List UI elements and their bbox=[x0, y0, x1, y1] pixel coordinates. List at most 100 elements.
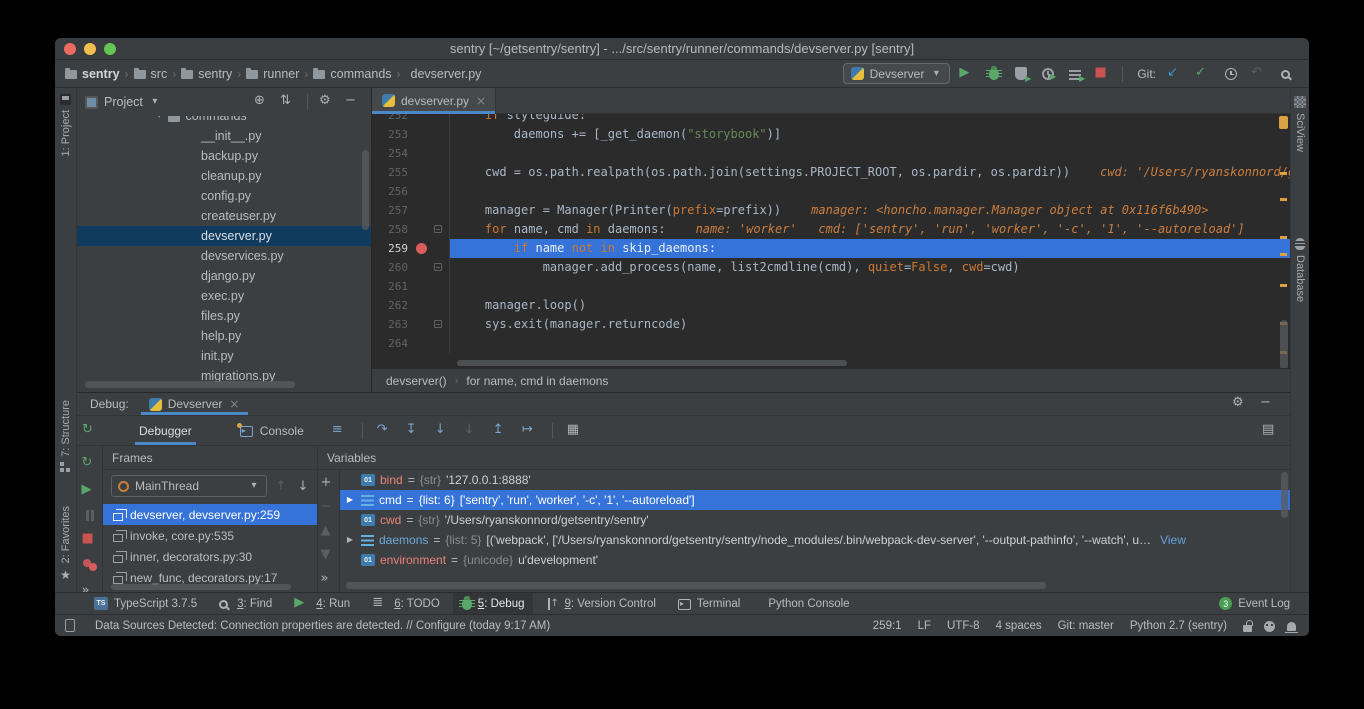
variables-horizontal-scrollbar[interactable] bbox=[346, 582, 1046, 589]
step-out-button[interactable]: ↥ bbox=[491, 421, 511, 441]
thread-select[interactable]: MainThread ▾ bbox=[111, 475, 267, 497]
more-button[interactable]: » bbox=[319, 572, 339, 588]
pause-button[interactable] bbox=[80, 510, 100, 521]
status-item[interactable]: 4 spaces bbox=[996, 620, 1042, 632]
locate-button[interactable]: ⊕ bbox=[252, 92, 272, 112]
remove-button[interactable]: − bbox=[319, 500, 339, 516]
force-step-into-button[interactable]: ↓ bbox=[462, 421, 482, 441]
tool-window-button-typescript-3-7-5[interactable]: TSTypeScript 3.7.5 bbox=[85, 593, 206, 614]
settings-button[interactable]: ⚙ bbox=[317, 92, 337, 112]
commit-button[interactable]: ✓ bbox=[1193, 64, 1213, 84]
update-button[interactable]: ↙ bbox=[1165, 64, 1185, 84]
variable-view-link[interactable]: View bbox=[1160, 533, 1186, 547]
tool-window-button-version-control[interactable]: 9: Version Control bbox=[537, 593, 664, 614]
editor-gutter[interactable]: 262 bbox=[372, 296, 450, 315]
code-area[interactable]: 252 if styleguide:253 daemons += [_get_d… bbox=[372, 114, 1290, 368]
event-log-button[interactable]: 3 Event Log bbox=[1210, 593, 1299, 614]
breadcrumb-item[interactable]: src bbox=[134, 67, 168, 81]
close-icon[interactable]: × bbox=[228, 396, 240, 412]
breadcrumb-item[interactable]: sentry bbox=[181, 67, 232, 81]
expand-icon[interactable]: ▶ bbox=[344, 532, 356, 548]
run-configuration-select[interactable]: Devserver ▾ bbox=[843, 63, 951, 84]
tree-item-file[interactable]: backup.py bbox=[77, 146, 371, 166]
breadcrumb-item[interactable]: runner bbox=[246, 67, 299, 81]
history-button[interactable] bbox=[1221, 64, 1241, 84]
profile-icon[interactable] bbox=[1264, 621, 1275, 632]
sidebar-item-project[interactable]: 1: Project bbox=[60, 110, 72, 156]
editor-breadcrumb-item[interactable]: for name, cmd in daemons bbox=[466, 374, 608, 388]
frame-row[interactable]: inner, decorators.py:30 bbox=[103, 546, 317, 567]
editor-breadcrumb-item[interactable]: devserver() bbox=[386, 374, 447, 388]
zoom-window-button[interactable] bbox=[104, 43, 116, 55]
editor-horizontal-scrollbar[interactable] bbox=[457, 360, 847, 366]
settings-button[interactable]: ⚙ bbox=[1230, 394, 1250, 414]
breadcrumb-item[interactable]: sentry bbox=[65, 67, 120, 81]
status-item[interactable]: Python 2.7 (sentry) bbox=[1130, 620, 1227, 632]
run-to-cursor-button[interactable]: ↦ bbox=[520, 421, 540, 441]
status-item[interactable]: Git: master bbox=[1058, 620, 1114, 632]
tool-window-button-terminal[interactable]: Terminal bbox=[669, 593, 749, 614]
tree-item-file[interactable]: django.py bbox=[77, 266, 371, 286]
stop-button[interactable]: ■ bbox=[1092, 64, 1112, 84]
menu-button[interactable]: ≡ bbox=[330, 421, 350, 441]
editor-gutter[interactable]: 256 bbox=[372, 182, 450, 201]
resume-button[interactable]: ▶ bbox=[80, 483, 100, 499]
status-item[interactable]: 259:1 bbox=[873, 620, 902, 632]
tool-window-button-debug[interactable]: 5: Debug bbox=[453, 593, 534, 614]
tree-item-file[interactable]: createuser.py bbox=[77, 206, 371, 226]
project-vertical-scrollbar[interactable] bbox=[362, 150, 369, 230]
step-over-button[interactable]: ↷ bbox=[375, 421, 395, 441]
tab-console[interactable]: Console bbox=[228, 416, 316, 445]
tree-item-file[interactable]: devserver.py bbox=[77, 226, 371, 246]
sidebar-item-structure[interactable]: 7: Structure bbox=[60, 400, 72, 457]
chevron-down-icon[interactable]: ▾ bbox=[149, 94, 161, 110]
editor-gutter[interactable]: 260 bbox=[372, 258, 450, 277]
editor-gutter[interactable]: 259 bbox=[372, 239, 450, 258]
evaluate-expression-button[interactable]: ▦ bbox=[565, 421, 585, 441]
tree-item-file[interactable]: init.py bbox=[77, 346, 371, 366]
coverage-button[interactable] bbox=[1011, 64, 1031, 84]
editor-gutter[interactable]: 253 bbox=[372, 125, 450, 144]
sidebar-item-sciview[interactable]: SciView bbox=[1294, 113, 1306, 152]
frames-horizontal-scrollbar[interactable] bbox=[111, 584, 291, 590]
variable-row[interactable]: ▶cmd={list: 6}['sentry', 'run', 'worker'… bbox=[340, 490, 1290, 510]
tree-item-file[interactable]: files.py bbox=[77, 306, 371, 326]
minimize-window-button[interactable] bbox=[84, 43, 96, 55]
tool-window-button-python-console[interactable]: Python Console bbox=[753, 593, 858, 614]
breakpoint-icon[interactable] bbox=[416, 243, 427, 254]
close-window-button[interactable] bbox=[64, 43, 76, 55]
editor-vertical-scrollbar[interactable] bbox=[1280, 320, 1288, 370]
rerun-button[interactable]: ↻ bbox=[80, 421, 100, 441]
run-button[interactable]: ▶ bbox=[957, 64, 977, 84]
restore-layout-button[interactable]: ▤ bbox=[1260, 421, 1280, 441]
view-breakpoints-button[interactable] bbox=[80, 559, 100, 571]
expand-icon[interactable]: ▶ bbox=[344, 492, 356, 508]
editor-gutter[interactable]: 264 bbox=[372, 334, 450, 353]
variable-row[interactable]: 01bind={str}'127.0.0.1:8888' bbox=[340, 470, 1290, 490]
notifications-icon[interactable] bbox=[1287, 622, 1296, 631]
move-down-button[interactable]: ▼ bbox=[319, 548, 339, 564]
editor-gutter[interactable]: 261 bbox=[372, 277, 450, 296]
tool-window-button-todo[interactable]: ≣6: TODO bbox=[363, 593, 449, 614]
debug-session-tab[interactable]: Devserver × bbox=[141, 393, 249, 415]
add-button[interactable]: + bbox=[319, 476, 339, 492]
editor-gutter[interactable]: 257 bbox=[372, 201, 450, 220]
breadcrumb-item[interactable]: commands bbox=[313, 67, 391, 81]
fold-marker-icon[interactable] bbox=[434, 320, 442, 328]
editor-gutter[interactable]: 252 bbox=[372, 114, 450, 125]
editor-gutter[interactable]: 258 bbox=[372, 220, 450, 239]
tree-item-file[interactable]: config.py bbox=[77, 186, 371, 206]
tree-item-folder[interactable]: ▾commands bbox=[77, 116, 371, 126]
variable-row[interactable]: 01environment={unicode}u'development' bbox=[340, 550, 1290, 570]
sidebar-item-database[interactable]: Database bbox=[1294, 255, 1306, 302]
tab-devserver-py[interactable]: devserver.py × bbox=[372, 88, 496, 113]
breadcrumb-item[interactable]: devserver.py bbox=[406, 67, 482, 81]
rollback-button[interactable]: ↶ bbox=[1249, 64, 1269, 84]
hide-button[interactable]: − bbox=[343, 92, 363, 112]
hide-button[interactable]: − bbox=[1258, 394, 1278, 414]
sidebar-item-favorites[interactable]: 2: Favorites bbox=[60, 506, 72, 563]
collapse-all-button[interactable]: ⇅ bbox=[278, 92, 298, 112]
lock-icon[interactable] bbox=[1243, 625, 1252, 632]
fold-marker-icon[interactable] bbox=[434, 263, 442, 271]
status-message[interactable]: Data Sources Detected: Connection proper… bbox=[95, 620, 857, 632]
